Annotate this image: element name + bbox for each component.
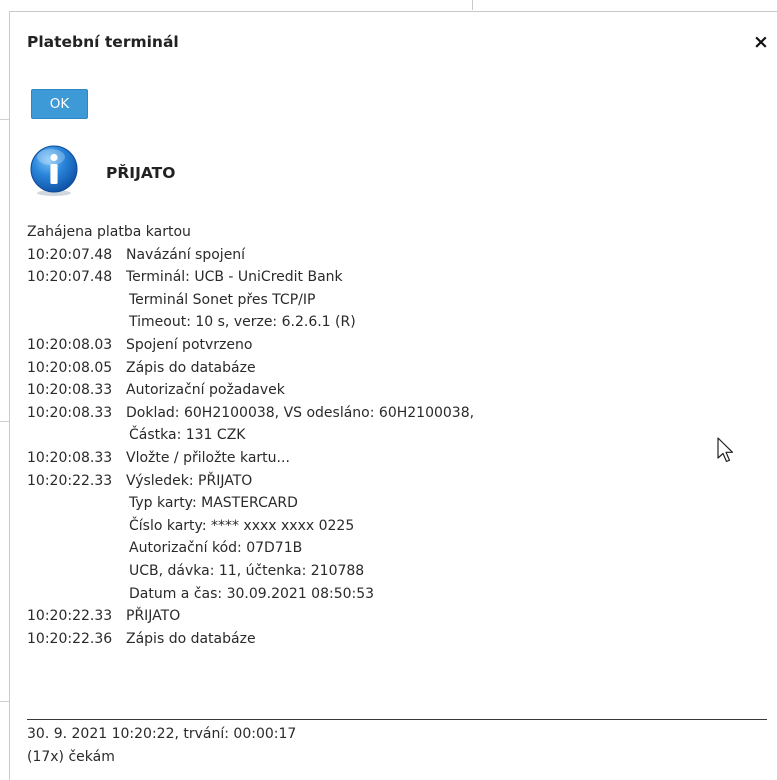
log-entry: Částka: 131 CZK bbox=[27, 424, 474, 447]
log-intro: Zahájena platba kartou bbox=[27, 224, 191, 240]
close-icon[interactable]: × bbox=[750, 31, 772, 53]
log-entry-message: Výsledek: PŘIJATO bbox=[126, 472, 253, 489]
log-entry-time: 10:20:22.36 bbox=[27, 630, 113, 647]
footer-waiting: (17x) čekám bbox=[27, 748, 115, 765]
background-divider bbox=[0, 421, 9, 422]
log-entry-time: 10:20:08.33 bbox=[27, 404, 113, 421]
payment-terminal-dialog: Platební terminál × OK PŘIJATO Zahájena … bbox=[9, 11, 777, 780]
log-entry-message: Vložte / přiložte kartu... bbox=[126, 449, 290, 466]
log-entry-message: Číslo karty: **** xxxx xxxx 0225 bbox=[129, 517, 355, 534]
log-entry-time: 10:20:08.33 bbox=[27, 382, 113, 399]
log-entry-message: Autorizační požadavek bbox=[126, 382, 285, 399]
status-title: PŘIJATO bbox=[106, 164, 176, 182]
log-entry-message: Typ karty: MASTERCARD bbox=[129, 495, 298, 512]
background-divider bbox=[0, 119, 9, 120]
dialog-title: Platební terminál bbox=[27, 33, 179, 51]
log-entry-message: Doklad: 60H2100038, VS odesláno: 60H2100… bbox=[126, 404, 475, 421]
log-entry-message: Navázání spojení bbox=[126, 246, 246, 263]
log-entry-message: Timeout: 10 s, verze: 6.2.6.1 (R) bbox=[129, 314, 356, 331]
log-entry: UCB, dávka: 11, účtenka: 210788 bbox=[27, 560, 474, 583]
log-entry: 10:20:22.33 PŘIJATO bbox=[27, 605, 474, 628]
log-entry: 10:20:08.33 Vložte / přiložte kartu... bbox=[27, 447, 474, 470]
log-entry: 10:20:22.33 Výsledek: PŘIJATO bbox=[27, 470, 474, 493]
log-entry: Terminál Sonet přes TCP/IP bbox=[27, 289, 474, 312]
log-entry-message: Zápis do databáze bbox=[126, 359, 256, 376]
log-entry-message: Autorizační kód: 07D71B bbox=[129, 540, 303, 557]
footer-divider bbox=[27, 719, 767, 720]
log-entry-time: 10:20:08.33 bbox=[27, 449, 113, 466]
log-entry: 10:20:08.33 Autorizační požadavek bbox=[27, 379, 474, 402]
transaction-log: Zahájena platba kartou 10:20:07.48 Navázá… bbox=[27, 221, 474, 650]
log-entry: 10:20:07.48 Terminál: UCB - UniCredit Ban… bbox=[27, 266, 474, 289]
log-entry-time: 10:20:07.48 bbox=[27, 246, 113, 263]
log-entry-message: UCB, dávka: 11, účtenka: 210788 bbox=[129, 562, 365, 579]
log-entry-time: 10:20:08.03 bbox=[27, 336, 113, 353]
log-entry-time: 10:20:08.05 bbox=[27, 359, 113, 376]
log-entry: Číslo karty: **** xxxx xxxx 0225 bbox=[27, 515, 474, 538]
log-entry-time: 10:20:07.48 bbox=[27, 269, 113, 286]
log-entry-message: Terminál: UCB - UniCredit Bank bbox=[126, 269, 343, 286]
log-entry: 10:20:07.48 Navázání spojení bbox=[27, 244, 474, 267]
log-entry-message: Spojení potvrzeno bbox=[126, 336, 253, 353]
log-entry-message: Datum a čas: 30.09.2021 08:50:53 bbox=[129, 585, 375, 602]
log-entry: Typ karty: MASTERCARD bbox=[27, 492, 474, 515]
log-entry: Timeout: 10 s, verze: 6.2.6.1 (R) bbox=[27, 311, 474, 334]
log-entry: 10:20:08.33 Doklad: 60H2100038, VS odeslá… bbox=[27, 402, 474, 425]
log-entry-message: PŘIJATO bbox=[126, 608, 181, 625]
background-divider bbox=[472, 0, 473, 10]
info-icon bbox=[30, 145, 78, 196]
mouse-pointer-icon bbox=[717, 437, 734, 463]
log-entry: Autorizační kód: 07D71B bbox=[27, 537, 474, 560]
background-divider bbox=[0, 701, 9, 702]
log-entry: 10:20:22.36 Zápis do databáze bbox=[27, 628, 474, 651]
footer: 30. 9. 2021 10:20:22, trvání: 00:00:17 (… bbox=[27, 723, 296, 768]
ok-button[interactable]: OK bbox=[31, 89, 88, 119]
log-entry: 10:20:08.03 Spojení potvrzeno bbox=[27, 334, 474, 357]
log-entry: 10:20:08.05 Zápis do databáze bbox=[27, 357, 474, 380]
log-entry-time: 10:20:22.33 bbox=[27, 472, 113, 489]
log-entry-message: Částka: 131 CZK bbox=[129, 427, 246, 444]
log-entry: Datum a čas: 30.09.2021 08:50:53 bbox=[27, 583, 474, 606]
log-entry-message: Zápis do databáze bbox=[126, 630, 256, 647]
log-entry-message: Terminál Sonet přes TCP/IP bbox=[129, 291, 316, 308]
log-entry-time: 10:20:22.33 bbox=[27, 608, 113, 625]
footer-summary: 30. 9. 2021 10:20:22, trvání: 00:00:17 bbox=[27, 726, 297, 742]
